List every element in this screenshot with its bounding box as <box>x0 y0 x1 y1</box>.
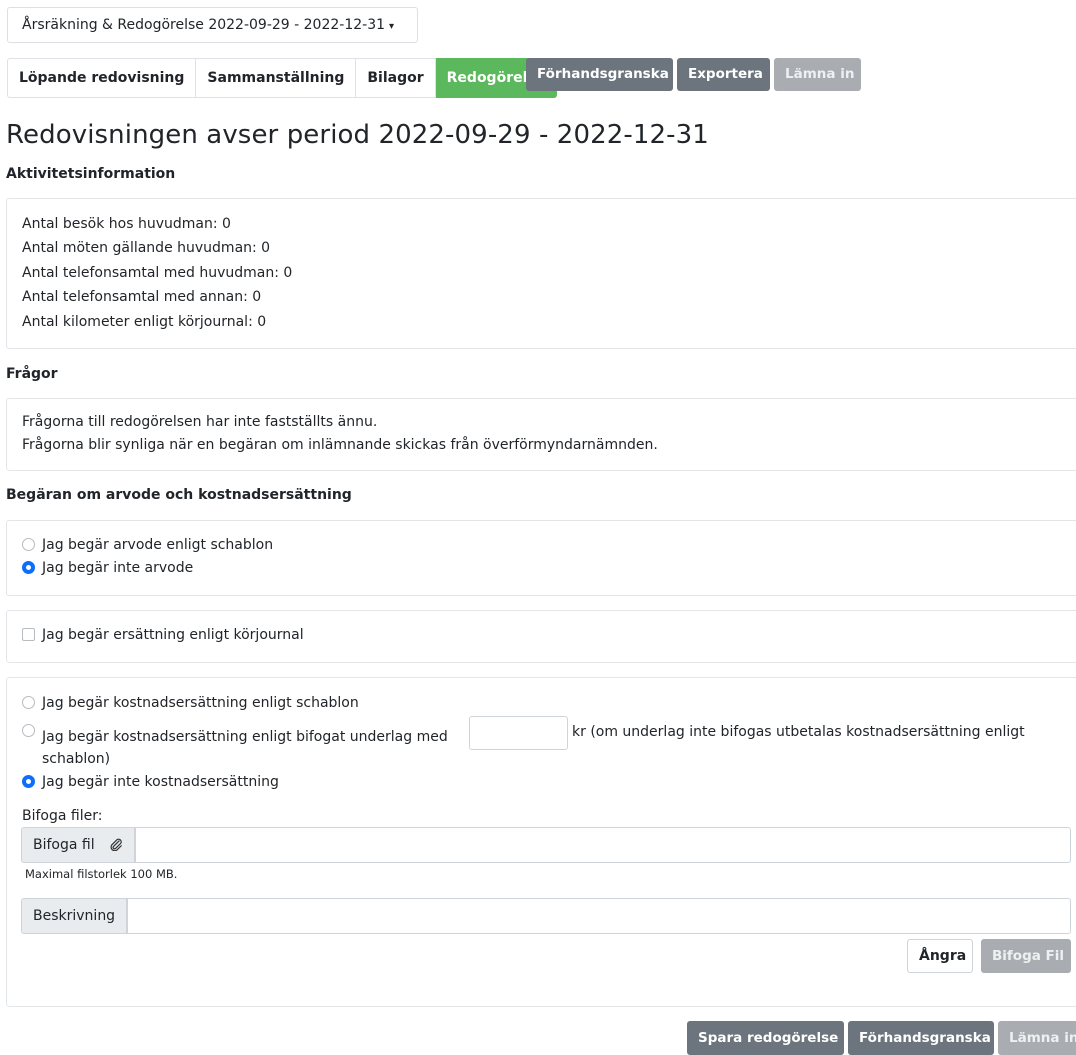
submit-bottom-button[interactable]: Lämna in <box>998 1021 1076 1055</box>
description-input[interactable] <box>127 898 1071 934</box>
radio-icon[interactable] <box>22 538 35 551</box>
chevron-down-icon: ▾ <box>389 21 395 32</box>
mileage-card: Jag begär ersättning enligt körjournal <box>6 610 1076 663</box>
cost-option-attached[interactable]: Jag begär kostnadsersättning enligt bifo… <box>22 724 448 745</box>
save-report-button[interactable]: Spara redogörelse <box>687 1021 844 1055</box>
period-dropdown-label: Årsräkning & Redogörelse 2022-09-29 - 20… <box>22 17 386 33</box>
cost-option-attached-suffix-2: schablon) <box>42 751 111 767</box>
questions-heading: Frågor <box>6 366 58 382</box>
fee-option-schablon-label: Jag begär arvode enligt schablon <box>42 537 274 553</box>
questions-line-1: Frågorna till redogörelsen har inte fast… <box>22 414 378 430</box>
radio-icon[interactable] <box>22 724 35 737</box>
tab-bar: Löpande redovisning Sammanställning Bila… <box>7 58 558 98</box>
radio-checked-icon[interactable] <box>22 561 35 574</box>
cost-card: Jag begär kostnadsersättning enligt scha… <box>6 677 1076 1007</box>
cost-option-attached-prefix: Jag begär kostnadsersättning enligt bifo… <box>42 729 448 745</box>
attach-file-button[interactable]: Bifoga fil <box>21 827 136 863</box>
radio-icon[interactable] <box>22 696 35 709</box>
tab-bilagor[interactable]: Bilagor <box>356 58 436 98</box>
attach-file-submit-button[interactable]: Bifoga Fil <box>981 939 1071 973</box>
activity-visits: Antal besök hos huvudman: 0 <box>22 216 231 232</box>
paperclip-icon <box>110 838 122 852</box>
mileage-option-label: Jag begär ersättning enligt körjournal <box>42 627 304 643</box>
attach-files-label: Bifoga filer: <box>22 808 103 824</box>
cost-option-schablon-label: Jag begär kostnadsersättning enligt scha… <box>42 695 359 711</box>
fee-card: Jag begär arvode enligt schablon Jag beg… <box>6 520 1076 596</box>
cost-option-none[interactable]: Jag begär inte kostnadsersättning <box>22 774 279 790</box>
activity-calls-principal: Antal telefonsamtal med huvudman: 0 <box>22 265 293 281</box>
fee-option-none-label: Jag begär inte arvode <box>42 560 194 576</box>
fee-option-none[interactable]: Jag begär inte arvode <box>22 560 193 576</box>
page-title: Redovisningen avser period 2022-09-29 - … <box>6 120 709 150</box>
cost-amount-input[interactable] <box>469 716 568 750</box>
cost-option-schablon[interactable]: Jag begär kostnadsersättning enligt scha… <box>22 695 359 711</box>
activity-card: Antal besök hos huvudman: 0 Antal möten … <box>6 198 1076 349</box>
mileage-option[interactable]: Jag begär ersättning enligt körjournal <box>22 627 304 643</box>
tab-lopande-redovisning[interactable]: Löpande redovisning <box>7 58 197 98</box>
activity-heading: Aktivitetsinformation <box>6 166 176 182</box>
file-input-group: Bifoga fil <box>21 827 1071 863</box>
questions-line-2: Frågorna blir synliga när en begäran om … <box>22 437 658 453</box>
activity-meetings: Antal möten gällande huvudman: 0 <box>22 240 271 256</box>
activity-kilometers: Antal kilometer enligt körjournal: 0 <box>22 314 267 330</box>
cost-option-none-label: Jag begär inte kostnadsersättning <box>42 774 279 790</box>
description-input-group: Beskrivning <box>21 898 1071 934</box>
tab-sammanstallning[interactable]: Sammanställning <box>196 58 357 98</box>
radio-checked-icon[interactable] <box>22 775 35 788</box>
file-name-field[interactable] <box>135 827 1071 863</box>
questions-card: Frågorna till redogörelsen har inte fast… <box>6 398 1076 471</box>
period-dropdown[interactable]: Årsräkning & Redogörelse 2022-09-29 - 20… <box>7 7 418 43</box>
fee-option-schablon[interactable]: Jag begär arvode enligt schablon <box>22 537 273 553</box>
submit-button[interactable]: Lämna in <box>774 58 861 91</box>
cost-option-attached-suffix: kr (om underlag inte bifogas utbetalas k… <box>572 724 1025 740</box>
preview-button[interactable]: Förhandsgranska <box>526 58 673 91</box>
max-file-size: Maximal filstorlek 100 MB. <box>25 867 178 881</box>
activity-calls-other: Antal telefonsamtal med annan: 0 <box>22 289 262 305</box>
undo-button[interactable]: Ångra <box>907 939 973 973</box>
checkbox-icon[interactable] <box>22 628 35 641</box>
fees-heading: Begäran om arvode och kostnadsersättning <box>6 487 352 503</box>
attach-file-button-label: Bifoga fil <box>33 837 95 853</box>
export-button[interactable]: Exportera <box>677 58 770 91</box>
description-label: Beskrivning <box>21 898 128 934</box>
preview-bottom-button[interactable]: Förhandsgranska <box>848 1021 994 1055</box>
